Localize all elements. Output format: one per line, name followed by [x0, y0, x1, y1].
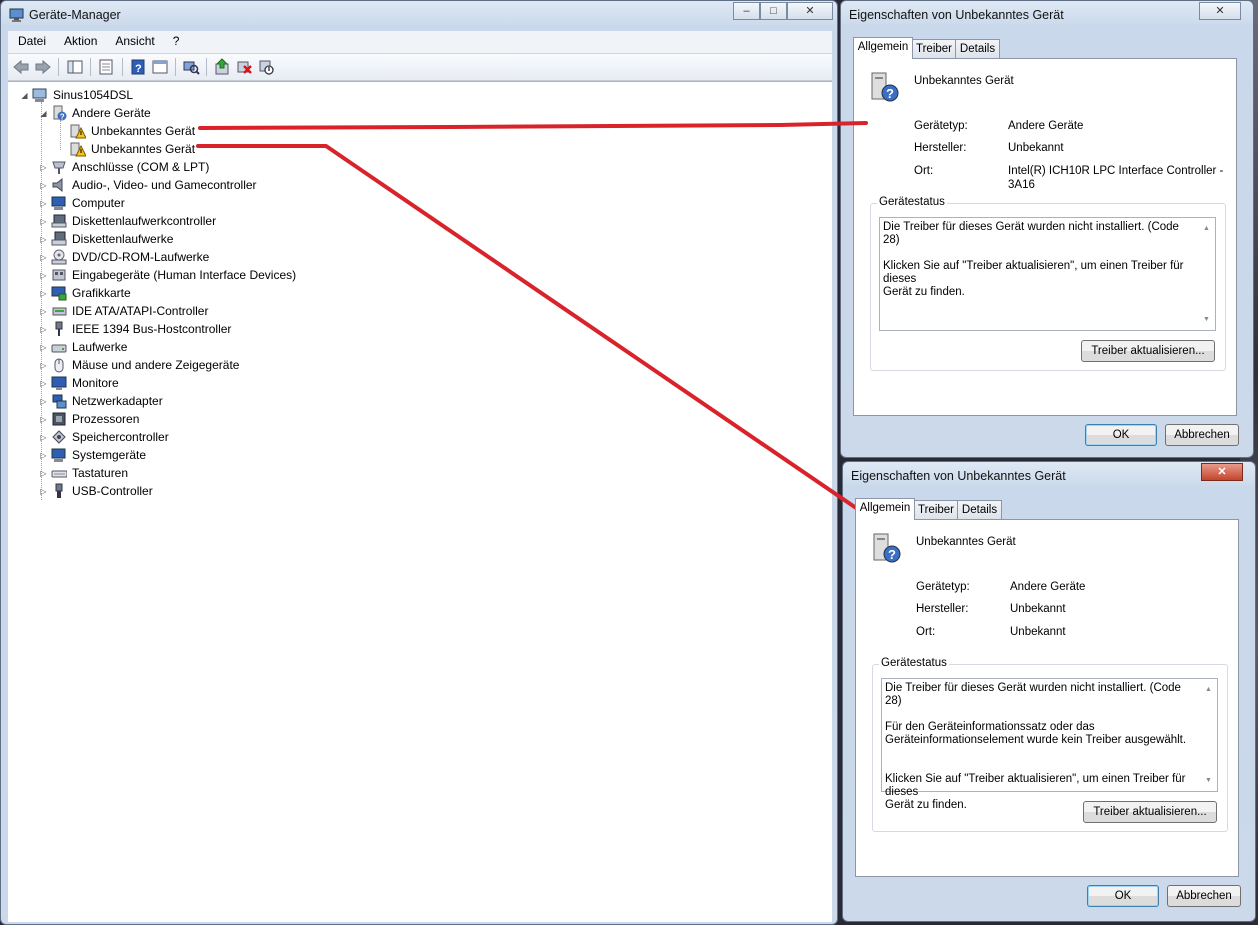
tab-general[interactable]: Allgemein: [853, 37, 913, 59]
annotation-line-2: [196, 144, 864, 514]
tab-general[interactable]: Allgemein: [855, 498, 915, 520]
annotation-line-1: [198, 121, 868, 130]
annotation-overlay: [196, 121, 868, 514]
